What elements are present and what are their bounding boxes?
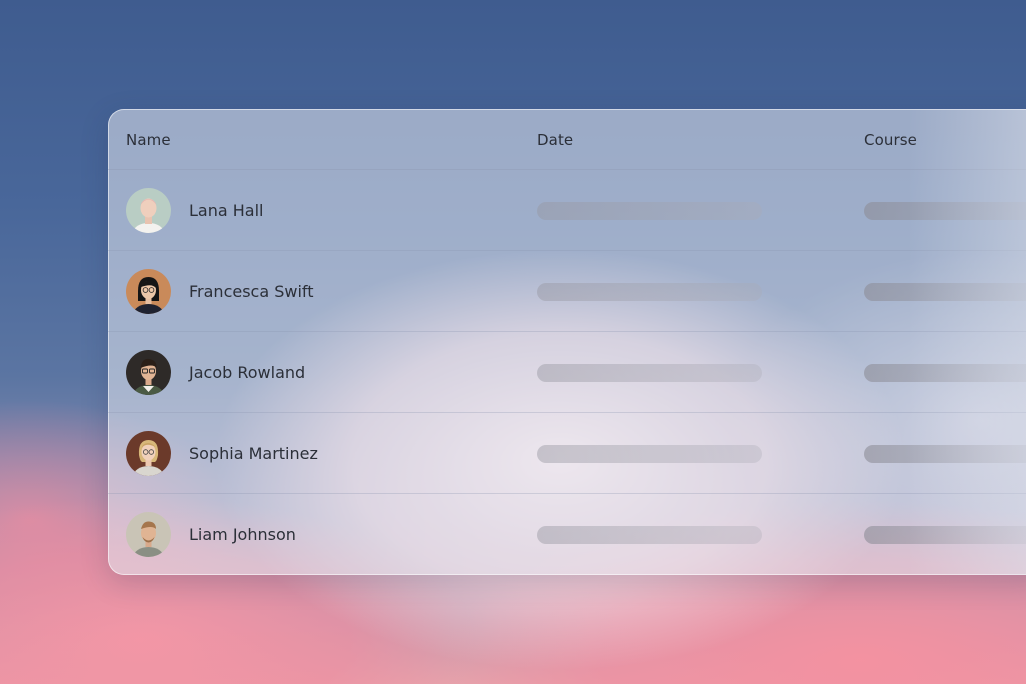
avatar	[126, 188, 171, 233]
course-placeholder	[864, 526, 1026, 544]
avatar	[126, 269, 171, 314]
students-table-card: Name Date Course Lana Hall Francesca Swi…	[108, 109, 1026, 575]
date-placeholder	[537, 283, 762, 301]
column-header-name[interactable]: Name	[126, 131, 171, 149]
table-row[interactable]: Liam Johnson	[108, 494, 1026, 575]
student-name: Jacob Rowland	[189, 363, 306, 382]
avatar	[126, 431, 171, 476]
date-placeholder	[537, 526, 762, 544]
table-row[interactable]: Lana Hall	[108, 170, 1026, 251]
student-name: Lana Hall	[189, 201, 264, 220]
table-row[interactable]: Francesca Swift	[108, 251, 1026, 332]
table-row[interactable]: Sophia Martinez	[108, 413, 1026, 494]
avatar	[126, 350, 171, 395]
course-placeholder	[864, 364, 1026, 382]
date-placeholder	[537, 364, 762, 382]
table-row[interactable]: Jacob Rowland	[108, 332, 1026, 413]
column-header-course[interactable]: Course	[864, 131, 917, 149]
course-placeholder	[864, 283, 1026, 301]
student-name: Liam Johnson	[189, 525, 296, 544]
column-header-date[interactable]: Date	[537, 131, 573, 149]
course-placeholder	[864, 202, 1026, 220]
avatar	[126, 512, 171, 557]
table-header: Name Date Course	[108, 109, 1026, 170]
student-name: Sophia Martinez	[189, 444, 318, 463]
date-placeholder	[537, 445, 762, 463]
course-placeholder	[864, 445, 1026, 463]
date-placeholder	[537, 202, 762, 220]
student-name: Francesca Swift	[189, 282, 314, 301]
